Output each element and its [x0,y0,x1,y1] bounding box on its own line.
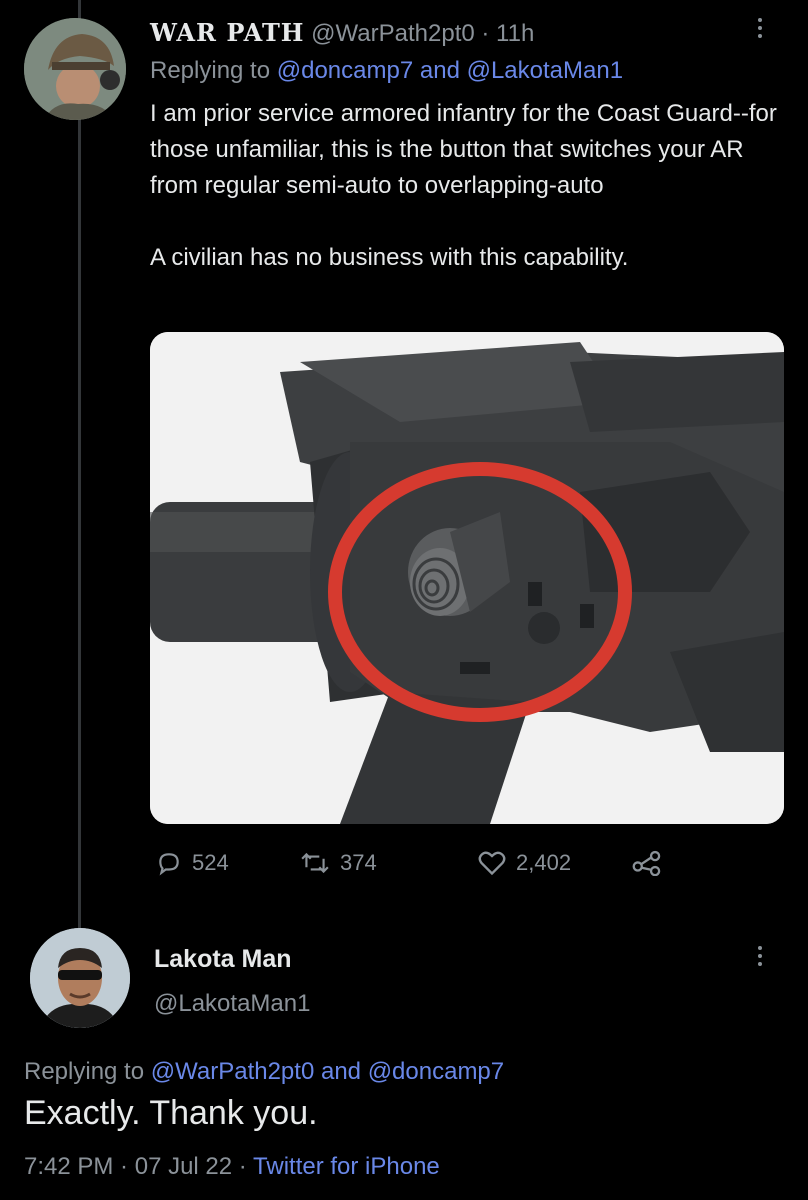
display-name[interactable]: WAR PATH [150,18,304,47]
replying-prefix: Replying to [150,57,277,84]
handle[interactable]: @LakotaMan1 [154,990,310,1018]
timestamp[interactable]: 11h [496,20,534,47]
mention-link[interactable]: @doncamp7 [277,57,413,84]
like-icon[interactable] [478,850,506,876]
mention-link[interactable]: @LakotaMan1 [467,57,623,84]
display-name[interactable]: Lakota Man [154,945,292,974]
separator: · [113,1153,135,1180]
handle[interactable]: @WarPath2pt0 [311,20,475,47]
replying-to: Replying to @doncamp7 and @LakotaMan1 [150,57,623,85]
tweet-header: WAR PATH @WarPath2pt0 · 11h [150,18,534,48]
tweet-body: I am prior service armored infantry for … [150,96,790,276]
tweet-text: Exactly. Thank you. [24,1094,318,1132]
retweet-count: 374 [340,850,377,875]
mention-link[interactable]: @WarPath2pt0 [151,1058,315,1085]
replying-and: and [413,57,467,84]
share-icon[interactable] [632,850,662,876]
avatar[interactable] [30,928,130,1028]
separator: · [474,20,497,47]
reply-action[interactable]: 524 [156,850,229,876]
tweet-text: I am prior service armored infantry for … [150,100,777,199]
separator: · [232,1153,254,1180]
retweet-icon[interactable] [300,850,330,876]
tweet-image[interactable] [150,332,784,824]
replying-prefix: Replying to [24,1058,151,1085]
reply-count: 524 [192,850,229,875]
avatar[interactable] [24,18,126,120]
tweet-date[interactable]: 07 Jul 22 [135,1153,232,1180]
reply-icon[interactable] [156,850,182,876]
share-action[interactable] [632,850,662,876]
more-icon[interactable] [758,14,762,42]
tweet-time[interactable]: 7:42 PM [24,1153,113,1180]
retweet-action[interactable]: 374 [300,850,377,876]
tweet-meta: 7:42 PM · 07 Jul 22 · Twitter for iPhone [24,1153,440,1181]
like-action[interactable]: 2,402 [478,850,571,876]
thread-line [78,0,81,930]
replying-to: Replying to @WarPath2pt0 and @doncamp7 [24,1058,504,1086]
mention-link[interactable]: @doncamp7 [368,1058,504,1085]
tweet-text: A civilian has no business with this cap… [150,244,629,271]
replying-and: and [314,1058,368,1085]
like-count: 2,402 [516,850,572,875]
more-icon[interactable] [758,942,762,970]
tweet-source[interactable]: Twitter for iPhone [253,1153,440,1180]
